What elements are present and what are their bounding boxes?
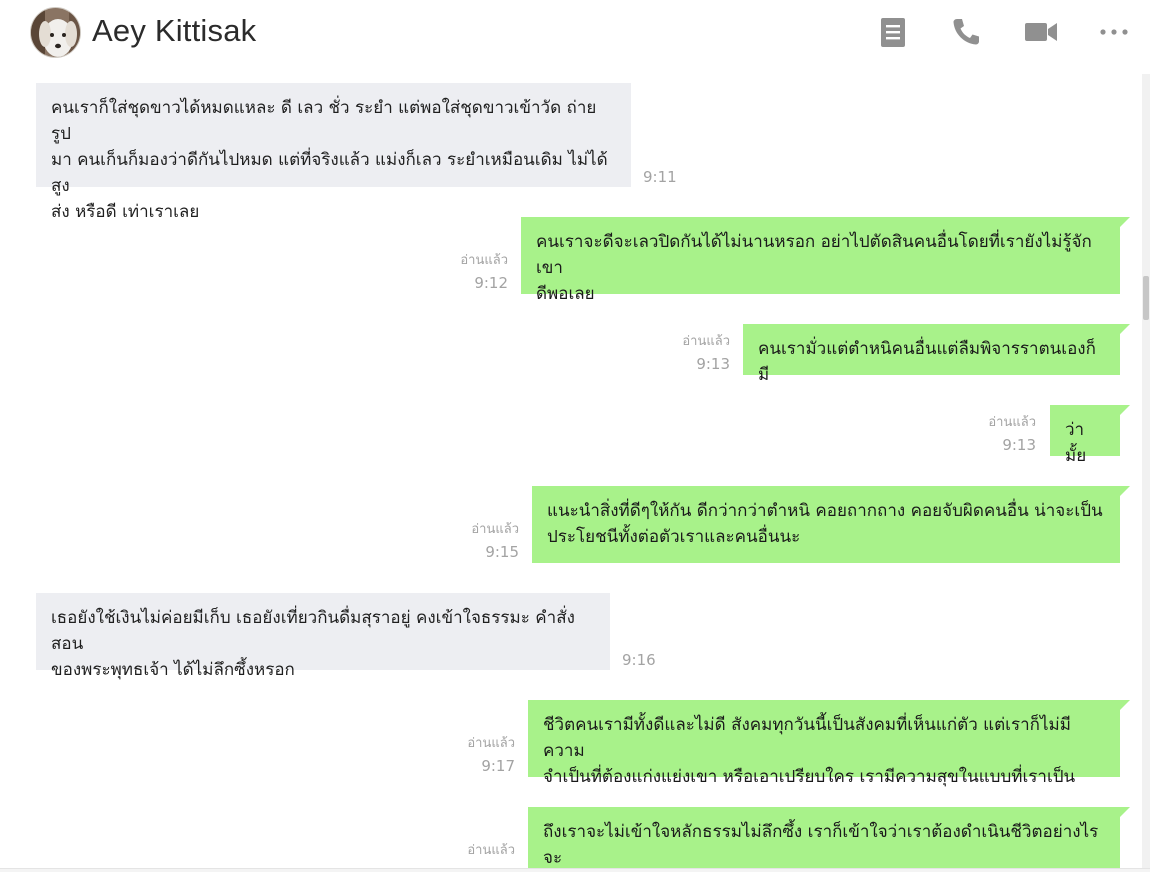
outgoing-message-bubble[interactable]: แนะนำสิ่งที่ดีๆให้กัน ดีกว่ากว่าตำหนิ คอ… — [532, 486, 1130, 563]
outgoing-message-bubble[interactable]: คนเราจะดีจะเลวปิดกันได้ไม่นานหรอก อย่าไป… — [521, 217, 1130, 304]
scrollbar[interactable] — [1142, 74, 1150, 868]
video-icon[interactable] — [1023, 14, 1059, 50]
message-time: 9:17 — [481, 757, 515, 775]
phone-icon[interactable] — [948, 14, 984, 50]
message-time: 9:16 — [622, 651, 656, 669]
outgoing-message-bubble[interactable]: ถึงเราจะไม่เข้าใจหลักธรรมไม่ลึกซึ้ง เราก… — [528, 807, 1130, 868]
message-time: 9:12 — [474, 274, 508, 292]
outgoing-message-bubble[interactable]: ว่ามั้ย — [1050, 405, 1130, 466]
message-list[interactable]: คนเราก็ใส่ชุดขาวได้หมดแหละ ดี เลว ชั่ว ร… — [0, 68, 1142, 868]
contact-name: Aey Kittisak — [92, 13, 257, 48]
message-meta: อ่านแล้ว 9:13 — [662, 331, 730, 375]
note-icon[interactable] — [875, 14, 911, 50]
message-meta: อ่านแล้ว 9:15 — [451, 519, 519, 563]
message-meta: อ่านแล้ว 9:12 — [440, 250, 508, 294]
contact-avatar[interactable] — [30, 7, 81, 58]
read-status: อ่านแล้ว — [682, 334, 730, 349]
message-meta: อ่านแล้ว — [447, 840, 515, 862]
message-meta: อ่านแล้ว 9:17 — [447, 733, 515, 777]
read-status: อ่านแล้ว — [467, 843, 515, 858]
read-status: อ่านแล้ว — [471, 522, 519, 537]
chat-header: Aey Kittisak — [0, 0, 1150, 68]
more-icon[interactable] — [1096, 14, 1132, 50]
read-status: อ่านแล้ว — [460, 253, 508, 268]
message-meta: อ่านแล้ว 9:13 — [968, 412, 1036, 456]
incoming-message-bubble[interactable]: คนเราก็ใส่ชุดขาวได้หมดแหละ ดี เลว ชั่ว ร… — [36, 83, 631, 222]
dog-avatar-icon — [31, 8, 80, 57]
divider — [0, 868, 1150, 872]
scrollbar-thumb[interactable] — [1143, 276, 1149, 320]
message-time: 9:13 — [696, 355, 730, 373]
message-time: 9:11 — [643, 168, 677, 186]
outgoing-message-bubble[interactable]: คนเรามั่วแต่ตำหนิคนอื่นแต่ลืมพิจารราตนเอ… — [743, 324, 1130, 385]
read-status: อ่านแล้ว — [467, 736, 515, 751]
incoming-message-bubble[interactable]: เธอยังใช้เงินไม่ค่อยมีเก็บ เธอยังเที่ยวก… — [36, 593, 610, 680]
read-status: อ่านแล้ว — [988, 415, 1036, 430]
outgoing-message-bubble[interactable]: ชีวิตคนเรามีทั้งดีและไม่ดี สังคมทุกวันนี… — [528, 700, 1130, 787]
message-time: 9:15 — [485, 543, 519, 561]
message-time: 9:13 — [1002, 436, 1036, 454]
